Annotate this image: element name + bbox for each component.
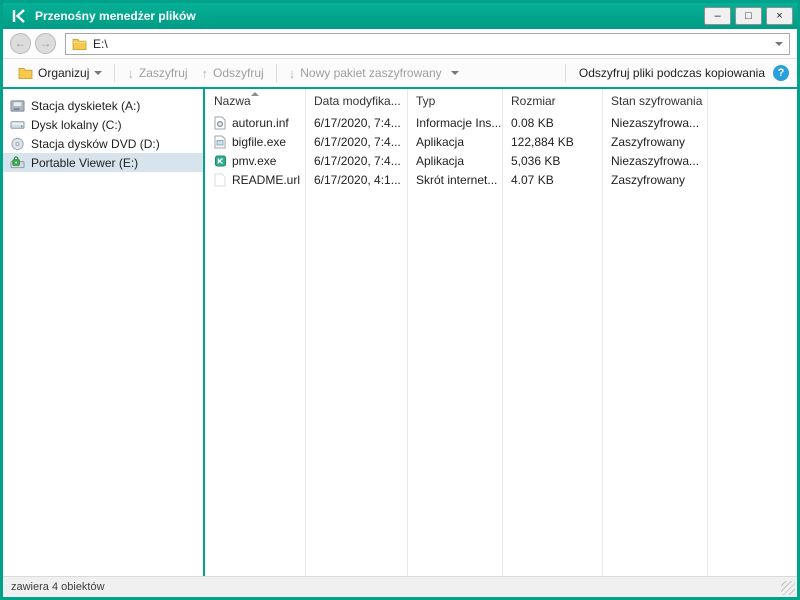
forward-button[interactable]: → [35, 33, 56, 54]
setup-information-file-icon [214, 116, 227, 130]
navigation-bar: ← → E:\ [3, 29, 797, 59]
file-type: Informacje Ins... [407, 116, 502, 130]
sidebar-item-dvd-drive-d[interactable]: Stacja dysków DVD (D:) [3, 134, 203, 153]
status-bar: zawiera 4 obiektów [3, 576, 797, 597]
column-header-size[interactable]: Rozmiar [502, 94, 602, 108]
file-modified: 6/17/2020, 4:1... [305, 173, 407, 187]
file-list: Nazwa Data modyfika... Typ Rozmiar Stan … [205, 89, 797, 576]
status-text: zawiera 4 obiektów [11, 581, 105, 593]
column-gridline [305, 89, 306, 576]
sidebar-item-label: Stacja dyskietek (A:) [31, 99, 140, 113]
sidebar-item-portable-viewer-e[interactable]: Portable Viewer (E:) [3, 153, 203, 172]
folder-icon [72, 38, 87, 50]
toolbar: Organizuj ↓ Zaszyfruj ↑ Odszyfruj ↓ Nowy… [3, 59, 797, 89]
sort-ascending-icon [251, 92, 259, 96]
column-header-modified[interactable]: Data modyfika... [305, 94, 407, 108]
sidebar-item-local-disk-c[interactable]: Dysk lokalny (C:) [3, 115, 203, 134]
arrow-down-icon: ↓ [289, 66, 296, 81]
decrypt-label: Odszyfruj [213, 66, 264, 80]
titlebar[interactable]: Przenośny menedżer plików – □ × [3, 3, 797, 29]
file-modified: 6/17/2020, 7:4... [305, 135, 407, 149]
table-row[interactable]: README.url 6/17/2020, 4:1... Skrót inter… [205, 170, 797, 189]
file-size: 0.08 KB [502, 116, 602, 130]
folder-icon [18, 67, 33, 79]
organize-dropdown-icon [94, 71, 102, 75]
application-file-icon [214, 135, 227, 149]
file-size: 4.07 KB [502, 173, 602, 187]
table-row[interactable]: autorun.inf 6/17/2020, 7:4... Informacje… [205, 113, 797, 132]
column-header-encryption[interactable]: Stan szyfrowania [602, 94, 707, 108]
file-type: Skrót internet... [407, 173, 502, 187]
decrypt-on-copy-button[interactable]: Odszyfruj pliki podczas kopiowania [579, 66, 765, 80]
internet-shortcut-file-icon [214, 173, 227, 187]
close-button[interactable]: × [766, 7, 793, 25]
address-text: E:\ [93, 37, 108, 51]
column-header-type[interactable]: Typ [407, 94, 502, 108]
content-area: Stacja dyskietek (A:) Dysk lokalny (C:) … [3, 89, 797, 576]
table-row[interactable]: bigfile.exe 6/17/2020, 7:4... Aplikacja … [205, 132, 797, 151]
sidebar-item-label: Stacja dysków DVD (D:) [31, 137, 160, 151]
file-modified: 6/17/2020, 7:4... [305, 116, 407, 130]
table-row[interactable]: pmv.exe 6/17/2020, 7:4... Aplikacja 5,03… [205, 151, 797, 170]
new-package-label: Nowy pakiet zaszyfrowany [300, 66, 441, 80]
address-dropdown-icon[interactable] [775, 42, 783, 46]
file-name: bigfile.exe [232, 135, 286, 149]
file-size: 5,036 KB [502, 154, 602, 168]
file-type: Aplikacja [407, 135, 502, 149]
sidebar-item-label: Dysk lokalny (C:) [31, 118, 122, 132]
column-gridline [602, 89, 603, 576]
help-icon[interactable]: ? [773, 65, 789, 81]
file-encryption-state: Niezaszyfrowa... [602, 116, 707, 130]
column-gridline [407, 89, 408, 576]
new-encrypted-package-button[interactable]: ↓ Nowy pakiet zaszyfrowany [282, 62, 449, 85]
maximize-button[interactable]: □ [735, 7, 762, 25]
arrow-up-icon: ↑ [202, 66, 209, 81]
toolbar-separator [114, 64, 115, 82]
column-gridline [707, 89, 708, 576]
organize-label: Organizuj [38, 66, 89, 80]
minimize-button[interactable]: – [704, 7, 731, 25]
toolbar-separator [276, 64, 277, 82]
column-gridline [502, 89, 503, 576]
window-title: Przenośny menedżer plików [35, 9, 196, 23]
file-name: pmv.exe [232, 154, 276, 168]
encrypted-drive-icon [10, 156, 25, 170]
window-controls: – □ × [704, 7, 793, 25]
file-modified: 6/17/2020, 7:4... [305, 154, 407, 168]
file-type: Aplikacja [407, 154, 502, 168]
file-encryption-state: Niezaszyfrowa... [602, 154, 707, 168]
chevron-down-icon [451, 71, 459, 75]
drives-sidebar: Stacja dyskietek (A:) Dysk lokalny (C:) … [3, 89, 203, 576]
organize-button[interactable]: Organizuj [11, 62, 109, 84]
portable-file-manager-window: Przenośny menedżer plików – □ × ← → E:\ … [0, 0, 800, 600]
floppy-drive-icon [10, 99, 25, 113]
local-disk-icon [10, 118, 25, 132]
new-package-dropdown[interactable] [449, 67, 466, 79]
sidebar-item-label: Portable Viewer (E:) [31, 156, 138, 170]
file-name: autorun.inf [232, 116, 289, 130]
column-header-name[interactable]: Nazwa [205, 94, 305, 108]
encrypt-label: Zaszyfruj [139, 66, 188, 80]
sidebar-item-floppy-a[interactable]: Stacja dyskietek (A:) [3, 96, 203, 115]
file-encryption-state: Zaszyfrowany [602, 173, 707, 187]
address-bar[interactable]: E:\ [65, 33, 790, 55]
column-header-row: Nazwa Data modyfika... Typ Rozmiar Stan … [205, 89, 797, 113]
encrypt-button[interactable]: ↓ Zaszyfruj [120, 62, 194, 85]
resize-grip[interactable] [781, 581, 795, 595]
application-file-icon [214, 154, 227, 168]
toolbar-right-group: Odszyfruj pliki podczas kopiowania ? [560, 64, 789, 82]
arrow-down-icon: ↓ [127, 66, 134, 81]
dvd-drive-icon [10, 137, 25, 151]
kaspersky-logo-icon [11, 8, 27, 24]
file-encryption-state: Zaszyfrowany [602, 135, 707, 149]
back-button[interactable]: ← [10, 33, 31, 54]
toolbar-separator [565, 64, 566, 82]
file-name: README.url [232, 173, 300, 187]
decrypt-button[interactable]: ↑ Odszyfruj [195, 62, 271, 85]
file-size: 122,884 KB [502, 135, 602, 149]
